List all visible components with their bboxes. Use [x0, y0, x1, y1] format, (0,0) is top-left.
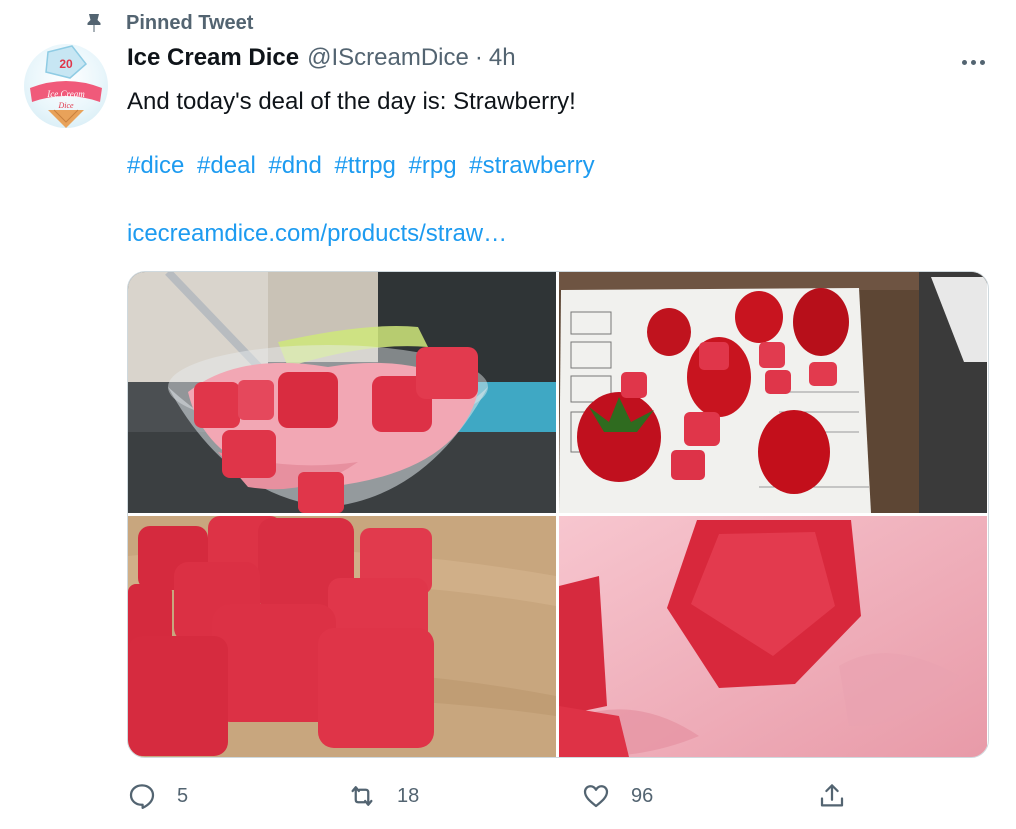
- retweet-button[interactable]: 18: [347, 776, 419, 816]
- separator-dot: ·: [474, 44, 483, 71]
- avatar-number: 20: [59, 57, 73, 71]
- author-name[interactable]: Ice Cream Dice: [127, 44, 299, 72]
- hashtag-link[interactable]: #strawberry: [469, 152, 594, 179]
- pin-icon: [87, 14, 101, 32]
- share-icon: [820, 784, 844, 807]
- share-button[interactable]: [817, 776, 847, 816]
- photo-d20-closeup[interactable]: [559, 516, 987, 757]
- tweet-header: Ice Cream Dice @IScreamDice · 4h: [127, 44, 906, 78]
- photo-strawberries-sheet[interactable]: [559, 272, 987, 513]
- hashtag-link[interactable]: #rpg: [409, 152, 457, 179]
- more-options-button[interactable]: [953, 50, 993, 74]
- hashtag-link[interactable]: #deal: [197, 152, 256, 179]
- reply-button[interactable]: 5: [127, 776, 188, 816]
- more-dot: [961, 59, 967, 65]
- hashtag-link[interactable]: #dice: [127, 152, 184, 179]
- like-icon: [583, 785, 609, 808]
- tweet-text: And today's deal of the day is: Strawber…: [127, 88, 576, 115]
- reply-count: 5: [177, 784, 189, 807]
- media-grid: [127, 271, 989, 758]
- photo-dice-pile[interactable]: [128, 516, 556, 757]
- like-count: 96: [631, 784, 654, 807]
- photo-ice-cream-bowl[interactable]: [128, 272, 556, 513]
- more-dot: [979, 59, 985, 65]
- avatar[interactable]: 20 Ice Cream Dice: [24, 44, 108, 128]
- photo-dice-pile-image: [128, 516, 556, 757]
- reply-icon: [129, 784, 155, 809]
- photo-d20-closeup-image: [559, 516, 987, 757]
- product-link[interactable]: icecreamdice.com/products/straw…: [127, 218, 507, 250]
- photo-ice-cream-bowl-image: [128, 272, 556, 513]
- pinned-label: Pinned Tweet: [126, 11, 254, 34]
- retweet-count: 18: [397, 784, 420, 807]
- tweet-actions: 5 18 96: [127, 776, 867, 816]
- avatar-brand-line2: Dice: [57, 101, 74, 110]
- like-button[interactable]: 96: [581, 776, 653, 816]
- avatar-brand-line1: Ice Cream: [46, 89, 85, 99]
- hashtag-list: #dice #deal #dnd #ttrpg #rpg #strawberry: [127, 150, 947, 182]
- photo-strawberries-sheet-image: [559, 272, 987, 513]
- pinned-indicator: Pinned Tweet: [82, 8, 253, 38]
- tweet-timestamp[interactable]: 4h: [489, 44, 516, 72]
- hashtag-link[interactable]: #ttrpg: [335, 152, 396, 179]
- more-dot: [970, 59, 976, 65]
- author-handle[interactable]: @IScreamDice: [307, 44, 469, 72]
- retweet-icon: [351, 786, 373, 806]
- hashtag-link[interactable]: #dnd: [268, 152, 321, 179]
- avatar-logo: 20 Ice Cream Dice: [30, 45, 102, 128]
